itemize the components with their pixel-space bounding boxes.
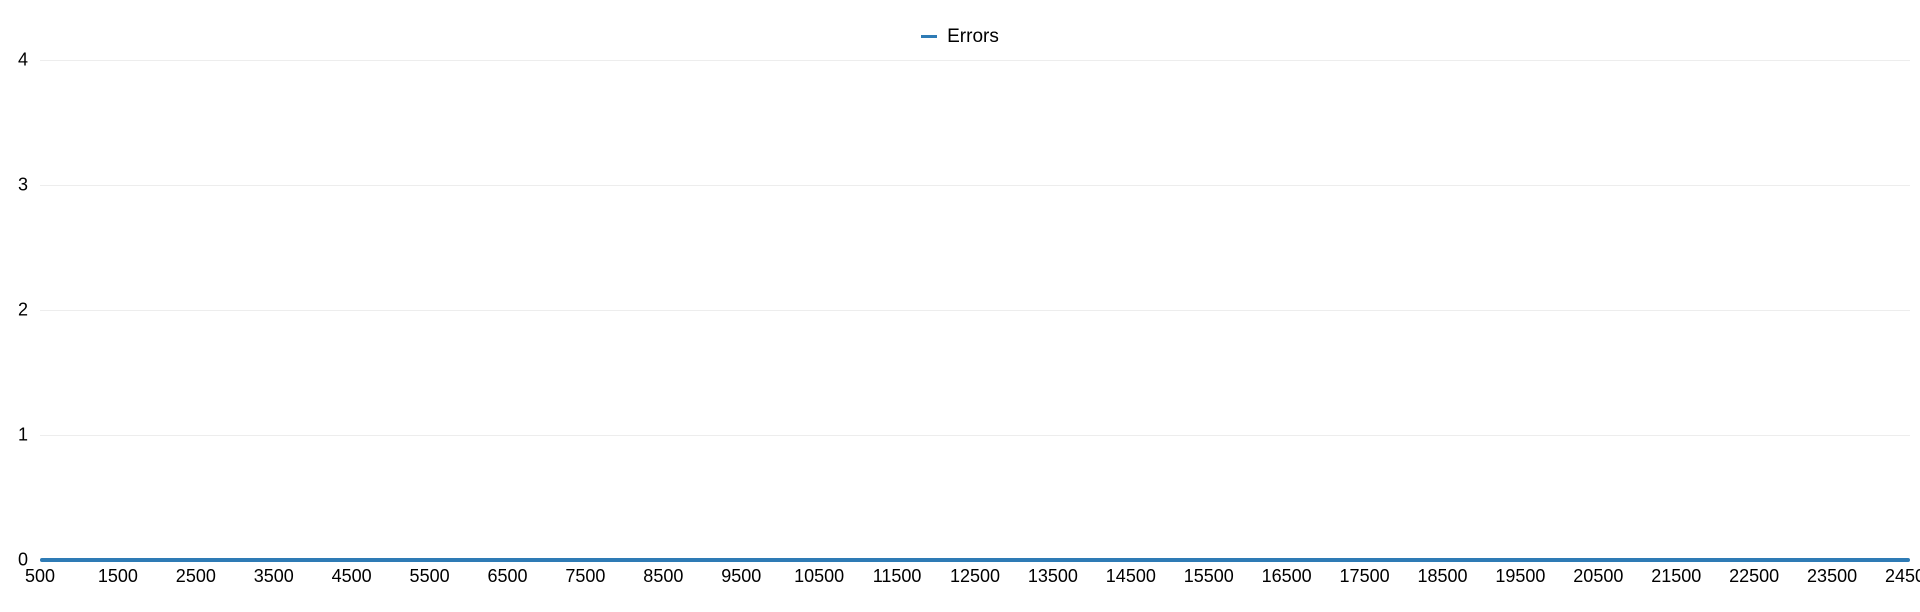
x-tick-label: 12500: [950, 566, 1000, 587]
x-tick-label: 22500: [1729, 566, 1779, 587]
gridline-y: [40, 60, 1910, 61]
x-tick-label: 10500: [794, 566, 844, 587]
x-tick-label: 14500: [1106, 566, 1156, 587]
series-line-errors: [40, 558, 1910, 562]
x-tick-label: 18500: [1417, 566, 1467, 587]
x-tick-label: 5500: [410, 566, 450, 587]
x-tick-label: 15500: [1184, 566, 1234, 587]
chart-container: Errors 4 3 2 1 0 500 1500 2500 3500 4500…: [0, 0, 1920, 612]
gridline-y: [40, 310, 1910, 311]
x-tick-label: 4500: [332, 566, 372, 587]
x-tick-label: 1500: [98, 566, 138, 587]
x-tick-label: 500: [25, 566, 55, 587]
x-tick-label: 13500: [1028, 566, 1078, 587]
x-tick-label: 24500: [1885, 566, 1920, 587]
x-tick-label: 11500: [873, 566, 922, 587]
y-tick-label: 4: [0, 50, 40, 71]
legend-label: Errors: [947, 26, 999, 48]
x-tick-label: 21500: [1651, 566, 1701, 587]
x-tick-label: 7500: [565, 566, 605, 587]
x-tick-label: 23500: [1807, 566, 1857, 587]
y-tick-label: 2: [0, 300, 40, 321]
x-tick-label: 3500: [254, 566, 294, 587]
x-tick-label: 19500: [1495, 566, 1545, 587]
x-axis-ticks: 500 1500 2500 3500 4500 5500 6500 7500 8…: [40, 566, 1910, 596]
gridline-y: [40, 435, 1910, 436]
plot-area: 4 3 2 1 0: [40, 60, 1910, 560]
chart-legend: Errors: [0, 22, 1920, 48]
y-tick-label: 3: [0, 175, 40, 196]
gridline-y: [40, 185, 1910, 186]
x-tick-label: 17500: [1340, 566, 1390, 587]
x-tick-label: 6500: [487, 566, 527, 587]
y-tick-label: 1: [0, 425, 40, 446]
x-tick-label: 8500: [643, 566, 683, 587]
x-tick-label: 9500: [721, 566, 761, 587]
x-tick-label: 20500: [1573, 566, 1623, 587]
x-tick-label: 16500: [1262, 566, 1312, 587]
x-tick-label: 2500: [176, 566, 216, 587]
legend-item-errors: Errors: [921, 26, 999, 48]
legend-line-icon: [921, 35, 937, 38]
